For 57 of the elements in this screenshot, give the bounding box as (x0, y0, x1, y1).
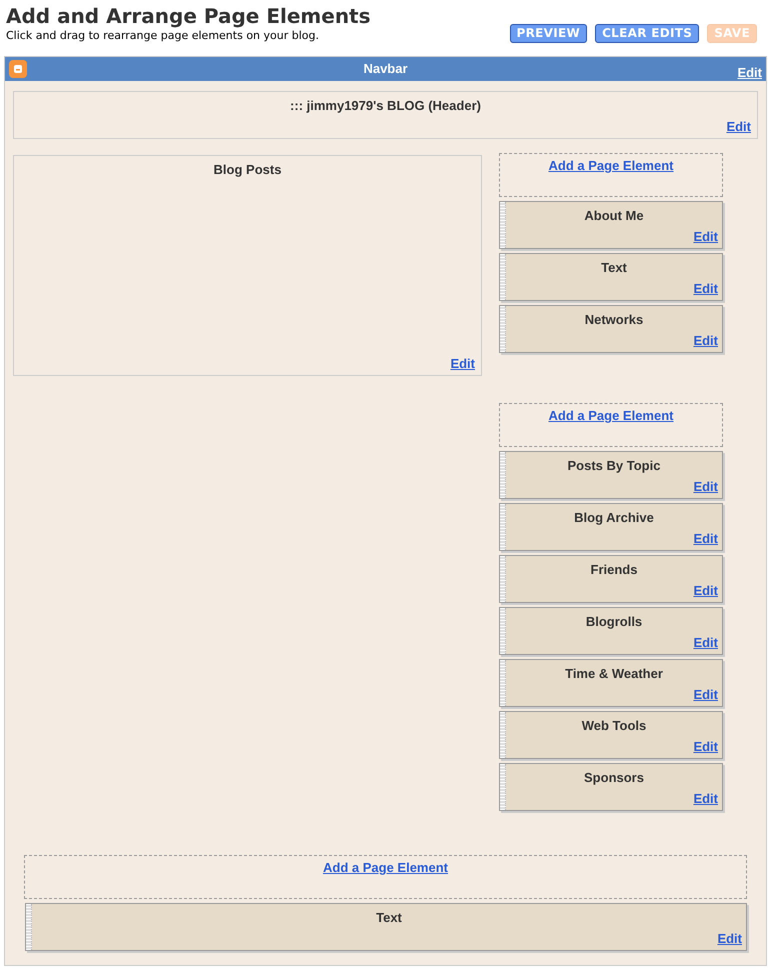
drag-handle[interactable] (500, 306, 506, 352)
widget-title: Blogrolls (584, 613, 644, 631)
edit-link[interactable]: Edit (717, 928, 742, 948)
edit-link[interactable]: Edit (693, 476, 718, 496)
drag-handle[interactable] (500, 254, 506, 300)
widget-title: Text (600, 259, 628, 277)
section-title: ::: jimmy1979's BLOG (Header) (289, 97, 482, 115)
edit-link[interactable]: Edit (693, 278, 718, 298)
page-element-widget[interactable]: Web Tools Edit (499, 711, 723, 759)
drag-handle[interactable] (26, 904, 32, 950)
page-element-widget[interactable]: Sponsors Edit (499, 763, 723, 811)
edit-link[interactable]: Edit (693, 736, 718, 756)
toolbar-button[interactable]: CLEAR EDITS (595, 24, 700, 43)
drag-handle[interactable] (500, 712, 506, 758)
edit-link[interactable]: Edit (693, 226, 718, 246)
page-element-widget[interactable]: Posts By Topic Edit (499, 451, 723, 499)
drag-handle[interactable] (500, 608, 506, 654)
edit-link[interactable]: Edit (693, 632, 718, 652)
navbar-title: Navbar (363, 60, 408, 78)
add-element-link[interactable]: Add a Page Element (323, 858, 448, 878)
add-element-link[interactable]: Add a Page Element (548, 406, 674, 426)
edit-link[interactable]: Edit (693, 580, 718, 600)
widget-title: Blog Archive (573, 509, 655, 527)
page-element-widget[interactable]: Text Edit (25, 903, 747, 951)
widget-title: Friends (590, 561, 638, 579)
widget-title: Networks (584, 311, 644, 329)
section-title: Blog Posts (212, 161, 282, 179)
edit-link[interactable]: Edit (693, 788, 718, 808)
edit-link[interactable]: Edit (693, 528, 718, 548)
page-element-widget[interactable]: About Me Edit (499, 201, 723, 249)
edit-link[interactable]: Edit (726, 116, 751, 136)
page-title: Add and Arrange Page Elements (6, 3, 371, 30)
drag-handle[interactable] (500, 764, 506, 810)
widget-title: Web Tools (580, 717, 648, 735)
drag-handle[interactable] (500, 202, 506, 248)
add-element-link[interactable]: Add a Page Element (548, 156, 674, 176)
page-subtitle: Click and drag to rearrange page elements on your blog. (6, 30, 320, 42)
drag-handle[interactable] (500, 660, 506, 706)
edit-link[interactable]: Edit (737, 63, 762, 83)
toolbar-button[interactable]: PREVIEW (510, 24, 588, 43)
widget-title: About Me (583, 207, 645, 225)
widget-title: Time & Weather (564, 665, 664, 683)
page-element-widget[interactable]: Networks Edit (499, 305, 723, 353)
drag-handle[interactable] (500, 504, 506, 550)
edit-link[interactable]: Edit (693, 330, 718, 350)
edit-link[interactable]: Edit (450, 354, 475, 373)
widget-title: Posts By Topic (566, 457, 662, 475)
page-element-widget[interactable]: Blog Archive Edit (499, 503, 723, 551)
edit-link[interactable]: Edit (693, 684, 718, 704)
page-element-widget[interactable]: Friends Edit (499, 555, 723, 603)
widget-title: Text (375, 909, 403, 927)
page-element-widget[interactable]: Time & Weather Edit (499, 659, 723, 707)
drag-handle[interactable] (500, 556, 506, 602)
page-element-widget[interactable]: Blogrolls Edit (499, 607, 723, 655)
drag-handle[interactable] (500, 452, 506, 498)
widget-title: Sponsors (583, 769, 645, 787)
page-element-widget[interactable]: Text Edit (499, 253, 723, 301)
